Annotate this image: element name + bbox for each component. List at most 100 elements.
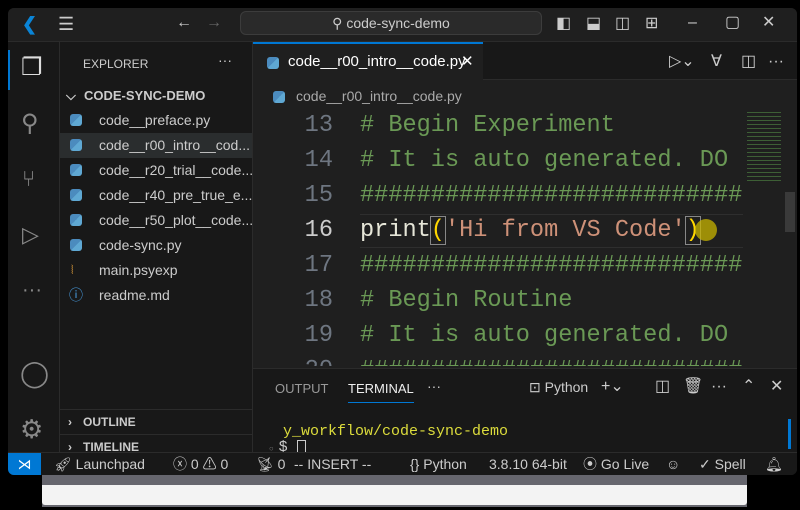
editor-scrollbar[interactable] [785,192,795,232]
new-terminal-icon[interactable]: +⌄ [601,379,624,395]
file-item[interactable]: ⓘ readme.md [60,283,252,308]
back-icon[interactable]: ← [176,15,192,31]
code-line: # It is auto generated. DO [360,322,729,349]
terminal-shell-label: Python [544,379,589,395]
panel-more-actions-icon[interactable]: ··· [711,379,727,395]
terminal-python-button[interactable]: ⊡ Python [529,379,588,396]
file-label: code__r20_trial__code... [99,162,254,178]
explorer-sidebar: EXPLORER ··· ⌵ CODE-SYNC-DEMO code__prefa… [60,42,254,454]
go-live-label: Go Live [600,456,650,472]
python-version[interactable]: 3.8.10 64-bit [489,453,567,475]
file-item[interactable]: code__r00_intro__cod... [60,133,252,158]
active-indicator [8,50,10,90]
folder-label: CODE-SYNC-DEMO [84,88,206,103]
code-line: # It is auto generated. DO [360,147,729,174]
vscode-logo-icon: ❮ [22,14,38,34]
broadcast-icon: 📡︎ [256,456,278,472]
menu-icon[interactable]: ☰ [58,15,74,33]
file-item[interactable]: code__r40_pre_true_e... [60,183,252,208]
remote-icon[interactable]: ⋊ [8,453,41,475]
error-count: 0 [190,456,199,472]
extensions-more-icon[interactable]: ··· [22,280,42,300]
line-number: 16 [304,217,333,244]
code-editor[interactable]: 13 # Begin Experiment 14 # It is auto gene… [253,108,743,366]
search-icon: ⚲ [332,15,347,31]
close-panel-icon[interactable]: ✕ [770,379,783,395]
more-actions-icon[interactable]: ··· [768,54,784,70]
tab-output[interactable]: OUTPUT [275,381,328,396]
trash-icon[interactable]: 🗑 [683,379,703,395]
search-view-icon[interactable]: ⚲ [21,112,39,136]
terminal-scrollbar[interactable] [788,419,791,449]
file-item[interactable]: ⦚ main.psyexp [60,258,252,283]
command-center-search[interactable]: ⚲ code-sync-demo [240,11,542,35]
outline-label: OUTLINE [83,415,136,429]
folder-code-sync-demo[interactable]: ⌵ CODE-SYNC-DEMO [60,83,252,108]
explorer-more-button[interactable]: ··· [218,52,232,68]
language-item[interactable]: {} Python [410,453,467,475]
warning-icon: ⚠ [202,456,221,472]
ports-item[interactable]: 📡︎ 0 [256,453,285,475]
tab-label: code__r00_intro__code.py [288,53,466,70]
toggle-panel-icon[interactable]: ⬓ [586,16,601,32]
rocket-icon: 🚀︎ [54,456,76,472]
compare-icon[interactable]: ∀ [711,54,722,70]
forward-icon[interactable]: → [206,15,222,31]
code-string: 'Hi from VS Code' [444,217,686,244]
tab-code-r00-intro[interactable]: code__r00_intro__code.py ✕ [253,42,483,80]
close-window-icon[interactable]: ✕ [762,15,775,31]
run-debug-icon[interactable]: ▷ [22,224,39,246]
breadcrumb[interactable]: code__r00_intro__code.py [273,88,462,104]
settings-gear-icon[interactable]: ⚙ [20,416,43,442]
minimize-icon[interactable]: – [688,15,697,31]
activity-bar: ❐ ⚲ ⑂ ▷ ··· ◯ ⚙ [8,42,60,452]
copilot-icon[interactable]: ☺ [666,453,680,475]
python-icon [70,114,82,126]
explorer-title: EXPLORER [83,57,149,71]
split-editor-icon[interactable]: ◫ [741,54,756,70]
maximize-panel-icon[interactable]: ⌃ [742,379,755,395]
explorer-icon[interactable]: ❐ [21,56,43,80]
minimap[interactable] [743,108,797,368]
toggle-sidebar-icon[interactable]: ◧ [556,16,571,32]
file-item[interactable]: code-sync.py [60,233,252,258]
spell-item[interactable]: ✓ Spell [699,453,746,475]
go-live-item[interactable]: ⦿ Go Live [583,453,649,475]
run-icon[interactable]: ▷⌄ [669,54,695,70]
panel-more-button[interactable]: ··· [427,378,441,394]
warning-count: 0 [220,456,229,472]
file-item[interactable]: code__preface.py [60,108,252,133]
file-label: code__preface.py [99,112,211,128]
outline-section[interactable]: › OUTLINE [60,409,252,434]
file-item[interactable]: code__r50_plot__code... [60,208,253,233]
tab-bar: code__r00_intro__code.py ✕ ▷⌄ ∀ ◫ ··· [253,42,797,80]
line-number: 13 [304,112,333,139]
toggle-secondary-sidebar-icon[interactable]: ◫ [615,16,630,32]
python-icon [70,189,82,201]
braces-icon: {} [410,456,420,472]
customize-layout-icon[interactable]: ⊞ [645,16,658,32]
mouse-cursor-icon [695,219,717,241]
split-terminal-icon[interactable]: ◫ [655,379,670,395]
python-icon [70,239,82,251]
tab-terminal[interactable]: TERMINAL [348,381,414,403]
background-window-content [42,485,747,505]
ports-count: 0 [277,456,286,472]
account-icon[interactable]: ◯ [20,360,49,386]
code-line: # Begin Routine [360,287,573,314]
maximize-icon[interactable]: ▢ [725,15,740,31]
python-icon [273,91,285,103]
file-item[interactable]: code__r20_trial__code... [60,158,254,183]
vim-mode: -- INSERT -- [294,456,372,472]
code-line: # Begin Experiment [360,112,615,139]
source-control-icon[interactable]: ⑂ [22,168,35,190]
code-fn: print [360,217,431,244]
launchpad-item[interactable]: 🚀︎ Launchpad [54,453,145,475]
close-tab-icon[interactable]: ✕ [461,44,474,80]
problems-item[interactable]: ⓧ 0 ⚠ 0 [173,453,228,475]
minimap-content [747,112,781,182]
line-number: 18 [304,287,333,314]
line-number: 20 [253,353,333,366]
line-number: 19 [304,322,333,349]
notifications-bell-icon[interactable]: 🔔︎ [765,453,783,475]
